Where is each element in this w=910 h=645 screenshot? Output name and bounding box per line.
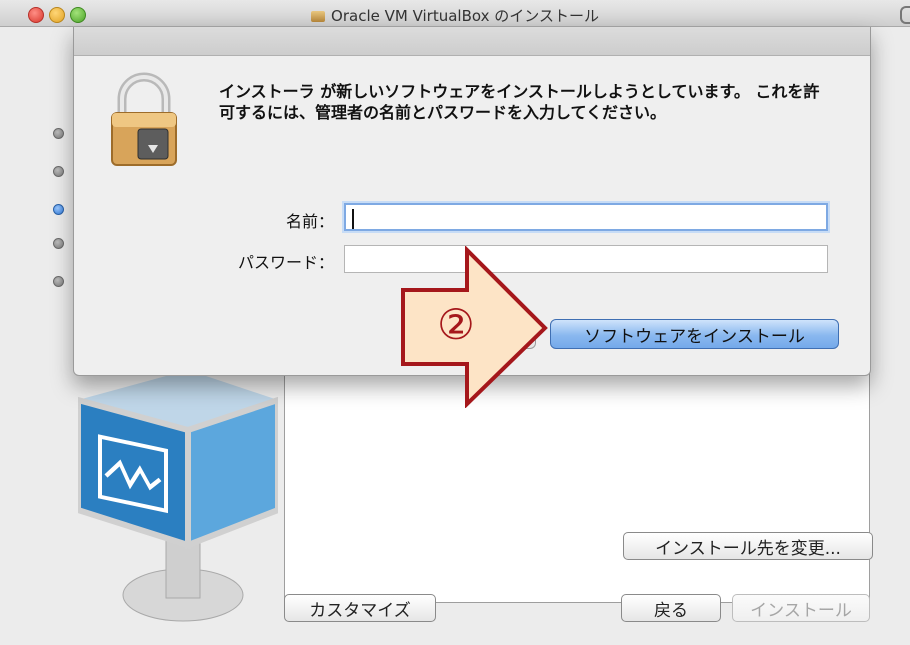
annotation-step-marker: ② [437,300,475,349]
window-title-area: Oracle VM VirtualBox のインストール [0,5,910,26]
step-indicator-dot [53,238,64,249]
install-software-button[interactable]: ソフトウェアをインストール [550,319,839,349]
step-indicator-dot [53,166,64,177]
virtualbox-logo-icon [78,370,278,622]
auth-message: インストーラ が新しいソフトウェアをインストールしようとしています。 これを許可… [219,82,820,122]
step-indicator-dot [53,128,64,139]
name-input[interactable] [344,203,828,231]
change-install-location-button[interactable]: インストール先を変更... [623,532,873,560]
step-indicator-dot [53,276,64,287]
step-indicator-dot-active [53,204,64,215]
padlock-icon [111,72,177,166]
sheet-header-strip [74,27,870,56]
back-button[interactable]: 戻る [621,594,721,622]
window-title: Oracle VM VirtualBox のインストール [331,7,599,25]
window-titlebar[interactable]: Oracle VM VirtualBox のインストール [0,0,910,27]
text-caret [352,209,354,229]
lock-icon[interactable] [900,6,910,24]
name-field-label: 名前： [285,212,334,231]
package-icon [311,11,326,22]
customize-button[interactable]: カスタマイズ [284,594,436,622]
install-button: インストール [732,594,870,622]
password-field-label: パスワード： [237,253,334,272]
